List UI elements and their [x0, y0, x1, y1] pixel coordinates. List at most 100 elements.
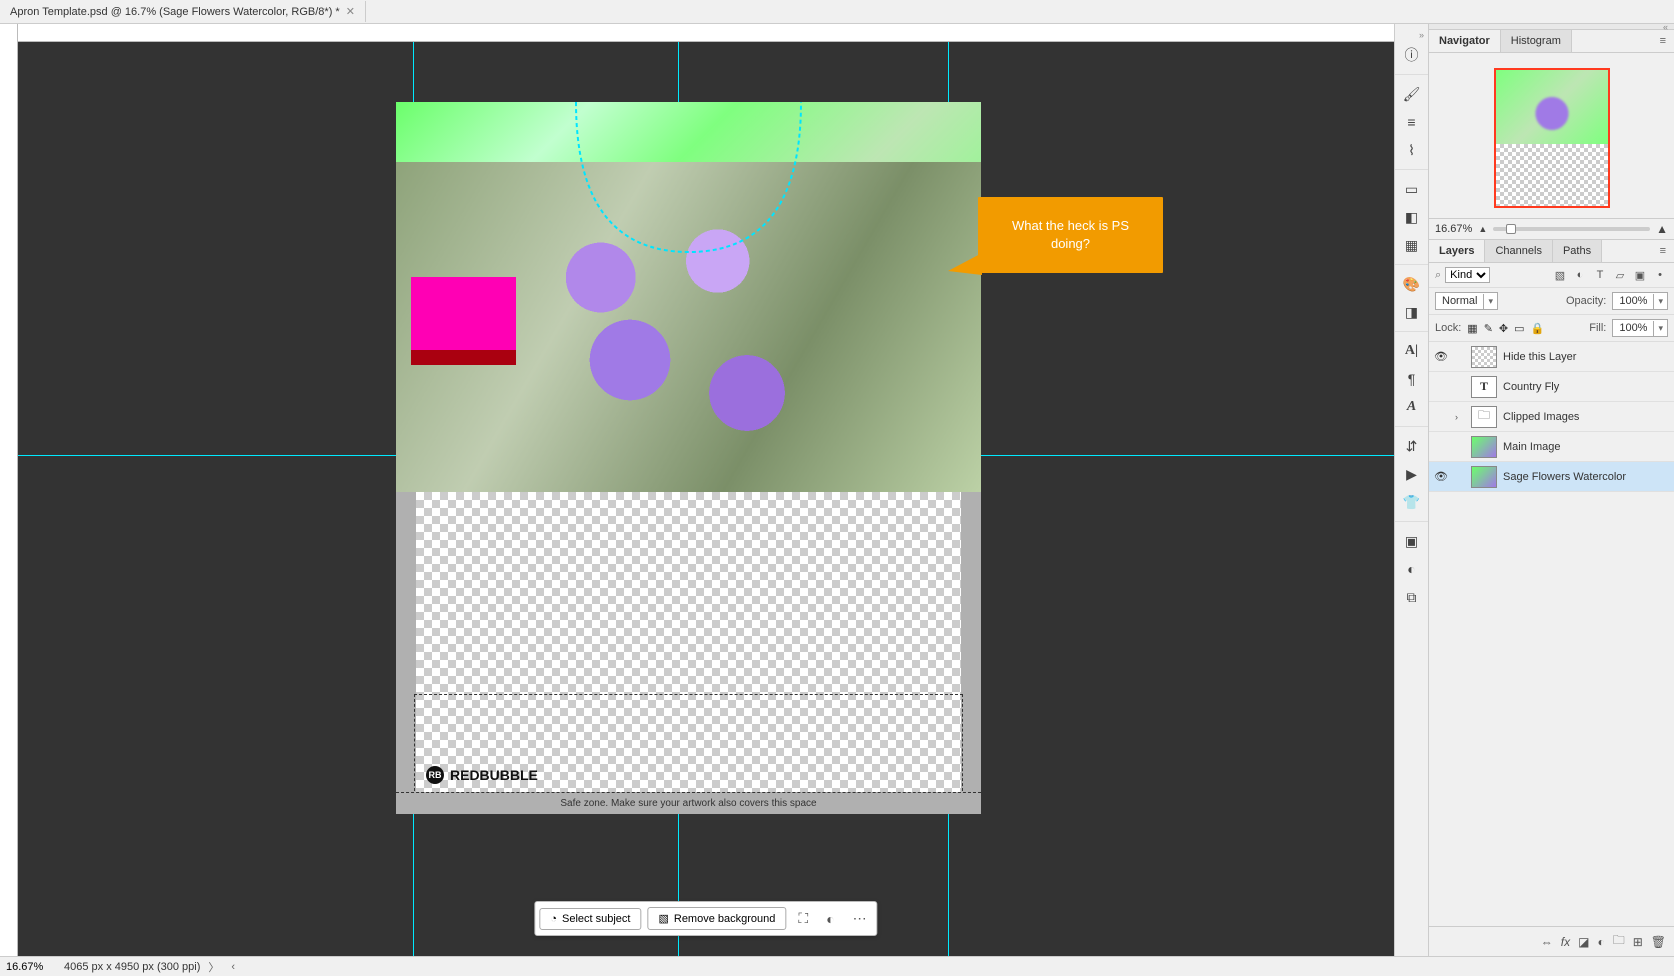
filter-smart-icon[interactable]: ▣	[1632, 267, 1648, 283]
more-icon[interactable]: ⋯	[847, 906, 873, 931]
layer-name[interactable]: Main Image	[1503, 441, 1670, 453]
artboard: RB REDBUBBLE Safe zone. Make sure your a…	[396, 102, 981, 814]
dock-expand-icon[interactable]: »	[1419, 30, 1428, 40]
fx-icon[interactable]: fx	[1561, 935, 1570, 949]
layer-name[interactable]: Sage Flowers Watercolor	[1503, 471, 1670, 483]
redbubble-brand: RB REDBUBBLE	[426, 766, 538, 784]
layer-row[interactable]: TCountry Fly	[1429, 372, 1674, 402]
lock-brush-icon[interactable]: ✎	[1484, 322, 1493, 335]
apron-neck-curve	[396, 102, 981, 292]
fill-field[interactable]: 100% ▾	[1612, 319, 1668, 337]
blend-mode-select[interactable]: Normal ▾	[1435, 292, 1498, 310]
layer-row[interactable]: 👁 Hide this Layer	[1429, 342, 1674, 372]
exposure-icon[interactable]: ◐	[1398, 556, 1426, 582]
library-icon[interactable]: ⧉	[1398, 584, 1426, 610]
artifact-red	[411, 350, 516, 365]
link-layers-icon[interactable]: ⇔	[1541, 935, 1553, 949]
chevron-down-icon: ▾	[1653, 294, 1667, 309]
tab-navigator[interactable]: Navigator	[1429, 30, 1501, 52]
filter-text-icon[interactable]: T	[1592, 267, 1608, 283]
layer-name[interactable]: Hide this Layer	[1503, 351, 1670, 363]
lock-pixels-icon[interactable]: ▦	[1467, 322, 1477, 335]
image-dock-icon[interactable]: ▣	[1398, 528, 1426, 554]
color-icon[interactable]: 🎨	[1398, 271, 1426, 297]
lock-artboard-icon[interactable]: ▭	[1514, 322, 1524, 335]
visibility-eye-icon[interactable]: 👁	[1433, 350, 1449, 363]
tab-paths[interactable]: Paths	[1553, 240, 1602, 262]
layer-name[interactable]: Country Fly	[1503, 381, 1670, 393]
group-icon[interactable]: 🗀	[1613, 931, 1625, 952]
trash-icon[interactable]: 🗑	[1651, 935, 1666, 949]
clone-stamp-icon[interactable]: ⌇	[1398, 137, 1426, 163]
remove-background-button[interactable]: ▧ Remove background	[647, 907, 786, 930]
opacity-label: Opacity:	[1566, 295, 1606, 307]
navigator-zoom-slider[interactable]	[1493, 227, 1650, 231]
layers-dock-icon[interactable]: ⇵	[1398, 433, 1426, 459]
filter-adjust-icon[interactable]: ◐	[1572, 267, 1588, 283]
crop-icon[interactable]: ⛶	[792, 906, 814, 931]
layer-row[interactable]: ›🗀Clipped Images	[1429, 402, 1674, 432]
navigator-zoom-value[interactable]: 16.67%	[1435, 223, 1472, 235]
contextual-action-bar: ◔ Select subject ▧ Remove background ⛶ ◐…	[534, 901, 877, 936]
navigator-preview[interactable]	[1494, 68, 1610, 208]
visibility-eye-icon[interactable]: 👁	[1433, 470, 1449, 483]
layer-list[interactable]: 👁 Hide this Layer TCountry Fly›🗀Clipped Im…	[1429, 342, 1674, 926]
lock-position-icon[interactable]: ✥	[1499, 322, 1508, 335]
status-zoom-field[interactable]	[6, 961, 56, 973]
blend-mode-value: Normal	[1436, 293, 1483, 309]
document-tab[interactable]: Apron Template.psd @ 16.7% (Sage Flowers…	[0, 1, 366, 22]
layer-name[interactable]: Clipped Images	[1503, 411, 1670, 423]
lock-all-icon[interactable]: 🔒	[1531, 322, 1545, 335]
navigator-zoom-row: 16.67% ▲ ▲	[1429, 218, 1674, 240]
gradient-icon[interactable]: ◧	[1398, 204, 1426, 230]
layer-thumbnail	[1471, 466, 1497, 488]
search-icon: ⌕	[1435, 269, 1441, 282]
filter-image-icon[interactable]: ▧	[1552, 267, 1568, 283]
pattern-icon[interactable]: ▦	[1398, 232, 1426, 258]
select-subject-button[interactable]: ◔ Select subject	[539, 908, 641, 930]
status-dimensions: 4065 px x 4950 px (300 ppi)	[64, 961, 200, 973]
fill-label: Fill:	[1589, 322, 1606, 334]
new-layer-icon[interactable]: ⊞	[1633, 935, 1643, 949]
properties-icon[interactable]: ▭	[1398, 176, 1426, 202]
vertical-ruler	[0, 24, 18, 956]
filter-shape-icon[interactable]: ▱	[1612, 267, 1628, 283]
tab-histogram[interactable]: Histogram	[1501, 30, 1572, 52]
paragraph-icon[interactable]: ¶	[1398, 366, 1426, 392]
type-style-icon[interactable]: A	[1398, 394, 1426, 420]
layer-row[interactable]: 👁 Sage Flowers Watercolor	[1429, 462, 1674, 492]
layers-flyout-icon[interactable]: ≡	[1652, 240, 1674, 262]
tab-channels[interactable]: Channels	[1485, 240, 1552, 262]
status-left-icon[interactable]: ‹	[231, 961, 235, 973]
navigator-flyout-icon[interactable]: ≡	[1652, 30, 1674, 52]
sliders-icon[interactable]: ≡	[1398, 109, 1426, 135]
zoom-in-icon[interactable]: ▲	[1656, 222, 1668, 236]
expand-arrow-icon[interactable]: ›	[1455, 412, 1465, 422]
canvas-area[interactable]: RB REDBUBBLE Safe zone. Make sure your a…	[18, 42, 1394, 956]
swatches-icon[interactable]: ◨	[1398, 299, 1426, 325]
adjustment-icon[interactable]: ◐	[1597, 935, 1604, 949]
artwork-top-fill	[396, 102, 981, 492]
actions-play-icon[interactable]: ▶	[1398, 461, 1426, 487]
hanger-icon[interactable]: 👕	[1398, 489, 1426, 515]
opacity-field[interactable]: 100% ▾	[1612, 292, 1668, 310]
info-icon[interactable]: ⓘ	[1398, 42, 1426, 68]
panels-column: « Navigator Histogram ≡ 16.67% ▲ ▲	[1428, 24, 1674, 956]
lock-label: Lock:	[1435, 322, 1461, 334]
mask-icon[interactable]: ◪	[1578, 935, 1589, 949]
close-tab-icon[interactable]: ✕	[346, 5, 355, 18]
layers-filter-row: ⌕ Kind ▧ ◐ T ▱ ▣ •	[1429, 263, 1674, 288]
filter-toggle-icon[interactable]: •	[1652, 267, 1668, 283]
redbubble-logo-icon: RB	[426, 766, 444, 784]
brush-icon[interactable]: 🖌	[1398, 81, 1426, 107]
safe-zone-text: Safe zone. Make sure your artwork also c…	[560, 798, 816, 809]
layer-row[interactable]: Main Image	[1429, 432, 1674, 462]
char-a-icon[interactable]: A|	[1398, 338, 1426, 364]
status-chevron-icon[interactable]: 〉	[208, 959, 219, 975]
zoom-out-icon[interactable]: ▲	[1478, 224, 1487, 234]
layer-kind-select[interactable]: Kind	[1445, 267, 1490, 283]
tab-layers[interactable]: Layers	[1429, 240, 1485, 262]
layer-thumbnail	[1471, 436, 1497, 458]
layer-thumbnail	[1471, 346, 1497, 368]
circle-half-icon[interactable]: ◐	[820, 907, 840, 931]
